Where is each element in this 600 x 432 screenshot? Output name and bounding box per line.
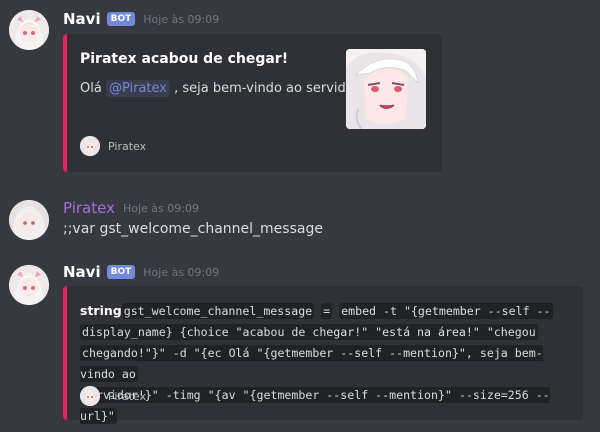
bot-tag: BOT bbox=[106, 12, 136, 26]
embed-description: Olá @Piratex , seja bem-vindo ao servido… bbox=[80, 80, 365, 97]
description-text: , seja bem-vindo ao servidor! bbox=[174, 81, 365, 96]
timestamp[interactable]: Hoje às 09:09 bbox=[123, 202, 199, 215]
anime-avatar-icon bbox=[9, 200, 49, 240]
message-header: Piratex Hoje às 09:09 bbox=[63, 198, 199, 218]
embed: string gst_welcome_channel_message = embe… bbox=[63, 286, 583, 424]
equals-sign: = bbox=[321, 303, 333, 319]
avatar[interactable] bbox=[9, 265, 49, 305]
message-1: Navi BOT Hoje às 09:09 Piratex acabou de… bbox=[0, 0, 600, 180]
code-line: chegando!"}" -d "{ec Olá "{getmember --s… bbox=[80, 345, 543, 382]
bot-tag: BOT bbox=[106, 265, 136, 279]
footer-avatar-icon bbox=[80, 136, 100, 156]
username[interactable]: Navi bbox=[63, 10, 101, 28]
anime-girl-thumbnail bbox=[346, 49, 426, 129]
message-header: Navi BOT Hoje às 09:09 bbox=[63, 262, 219, 282]
timestamp[interactable]: Hoje às 09:09 bbox=[143, 266, 219, 279]
avatar[interactable] bbox=[9, 10, 49, 50]
message-content: ;;var gst_welcome_channel_message bbox=[63, 221, 323, 237]
description-text: Olá bbox=[80, 81, 102, 96]
embed-footer: Piratex bbox=[80, 386, 146, 406]
anime-avatar-icon bbox=[9, 265, 49, 305]
avatar[interactable] bbox=[9, 200, 49, 240]
message-2: Piratex Hoje às 09:09 ;;var gst_welcome_… bbox=[0, 195, 600, 255]
footer-avatar-icon bbox=[80, 386, 100, 406]
footer-text: Piratex bbox=[108, 139, 147, 153]
footer-text: Piratex bbox=[108, 389, 147, 403]
variable-name: gst_welcome_channel_message bbox=[121, 303, 315, 319]
code-line: embed -t "{getmember --self -- bbox=[339, 303, 553, 319]
embed-title: Piratex acabou de chegar! bbox=[80, 51, 289, 67]
embed-footer: Piratex bbox=[80, 136, 146, 156]
username[interactable]: Navi bbox=[63, 263, 101, 281]
message-3: Navi BOT Hoje às 09:09 string gst_welcome… bbox=[0, 256, 600, 432]
message-header: Navi BOT Hoje às 09:09 bbox=[63, 9, 219, 29]
username[interactable]: Piratex bbox=[63, 199, 115, 217]
embed-thumbnail[interactable] bbox=[346, 49, 426, 129]
code-line: servidor!}" -timg "{av "{getmember --sel… bbox=[80, 387, 550, 424]
code-line: display_name} {choice "acabou de chegar!… bbox=[80, 324, 538, 340]
anime-avatar-icon bbox=[9, 10, 49, 50]
timestamp[interactable]: Hoje às 09:09 bbox=[143, 13, 219, 26]
value-type-label: string bbox=[80, 303, 122, 318]
embed-description: string gst_welcome_channel_message = embe… bbox=[80, 300, 572, 427]
user-mention[interactable]: @Piratex bbox=[105, 80, 170, 97]
embed: Piratex acabou de chegar! Olá @Piratex ,… bbox=[63, 34, 442, 172]
